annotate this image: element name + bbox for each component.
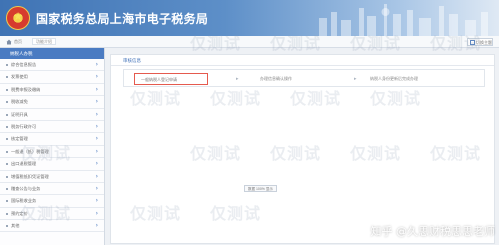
sidebar: 纳税人办税 综合信息报告 › 发票使用 › 税费申报及缴纳 › 税收减免 › 证明开具 ›… [0,48,105,245]
chevron-right-icon: › [95,160,98,168]
process-steps: 一般纳税人登记申请 ▸ 办理信息确认操作 ▸ 纳税人身份更新后完成办理 [123,69,485,87]
sidebar-item[interactable]: 增值税抵扣凭证管理 › [0,171,104,183]
sidebar-item-label: 综合信息报告 [11,62,37,67]
main-panel: 审核信息 一般纳税人登记申请 ▸ 办理信息确认操作 ▸ 纳税人身份更新后完成办理… [110,54,495,244]
sidebar-item-label: 税收减免 [11,99,28,105]
grid-icon [470,40,475,45]
chevron-right-icon: › [95,135,98,143]
panel-title: 审核信息 [123,58,141,63]
sidebar-item[interactable]: 核定管理 › [0,133,104,146]
sidebar-item-label: 核定管理 [11,136,28,142]
sidebar-item-label: 增值税抵扣凭证管理 [11,173,49,179]
sidebar-item-label: 其他 [11,223,20,229]
sidebar-item[interactable]: 综合信息报告 › [0,59,104,72]
chevron-right-icon: › [95,98,98,106]
sidebar-item[interactable]: 证明开具 › [0,109,104,121]
chevron-right-icon: › [95,197,98,205]
sidebar-item-label: 国际税收业务 [11,198,37,204]
chevron-right-icon: › [95,110,98,118]
sidebar-item[interactable]: 稽查公告与业务 › [0,183,104,196]
step-confirm[interactable]: 办理信息确认操作 [254,73,298,85]
sidebar-item[interactable]: 发票使用 › [0,71,104,84]
home-icon[interactable] [6,39,12,45]
national-emblem-icon [6,6,30,30]
sidebar-item-label: 税费申报及缴纳 [11,86,41,92]
sidebar-item[interactable]: 其他 › [0,220,104,233]
tab-home[interactable]: 首页 [14,38,22,46]
theme-switch-label: 切换主题 [476,40,492,45]
sidebar-item-label: 出口退税管理 [11,161,37,167]
theme-switch-button[interactable]: 切换主题 [467,38,493,46]
sidebar-item[interactable]: 税务行政许可 › [0,121,104,134]
tab-function-intro[interactable]: 功能介绍 [32,38,56,45]
arrow-right-icon: ▸ [236,76,239,82]
chevron-right-icon: › [95,222,98,230]
sidebar-item-label: 发票使用 [11,74,28,80]
chevron-right-icon: › [95,172,98,180]
sidebar-item[interactable]: 出口退税管理 › [0,158,104,171]
chevron-right-icon: › [95,61,98,68]
panel-header: 审核信息 [111,55,494,66]
author-credit: 知乎 @久思财税思思老师 [370,225,496,238]
sidebar-item-label: 稽查公告与业务 [11,185,41,191]
chevron-right-icon: › [95,85,98,93]
step-complete[interactable]: 纳税人身份更新后完成办理 [364,73,424,85]
sidebar-item-label: 税务行政许可 [11,123,37,129]
sidebar-title: 纳税人办税 [0,48,104,59]
site-title: 国家税务总局上海市电子税务局 [36,12,209,26]
site-header: 国家税务总局上海市电子税务局 [0,0,499,36]
sidebar-item-label: 一般退（抵）税管理 [11,148,49,154]
chevron-right-icon: › [95,147,98,155]
sidebar-item[interactable]: 一般退（抵）税管理 › [0,146,104,159]
city-skyline-illustration [319,4,488,36]
sidebar-item[interactable]: 税费申报及缴纳 › [0,84,104,97]
chevron-right-icon: › [95,184,98,192]
sidebar-item[interactable]: 国际税收业务 › [0,195,104,208]
step-apply[interactable]: 一般纳税人登记申请 [134,73,208,85]
arrow-right-icon: ▸ [354,76,357,82]
sidebar-item[interactable]: 税收减免 › [0,96,104,109]
sidebar-item-label: 预约定价 [11,210,28,216]
zoom-tooltip: 数据 100% 显示 [244,185,277,192]
sidebar-item[interactable]: 预约定价 › [0,208,104,221]
breadcrumb: 首页 功能介绍 切换主题 [0,36,499,48]
chevron-right-icon: › [95,209,98,217]
sidebar-item-label: 证明开具 [11,111,28,117]
chevron-right-icon: › [95,73,98,81]
chevron-right-icon: › [95,122,98,130]
